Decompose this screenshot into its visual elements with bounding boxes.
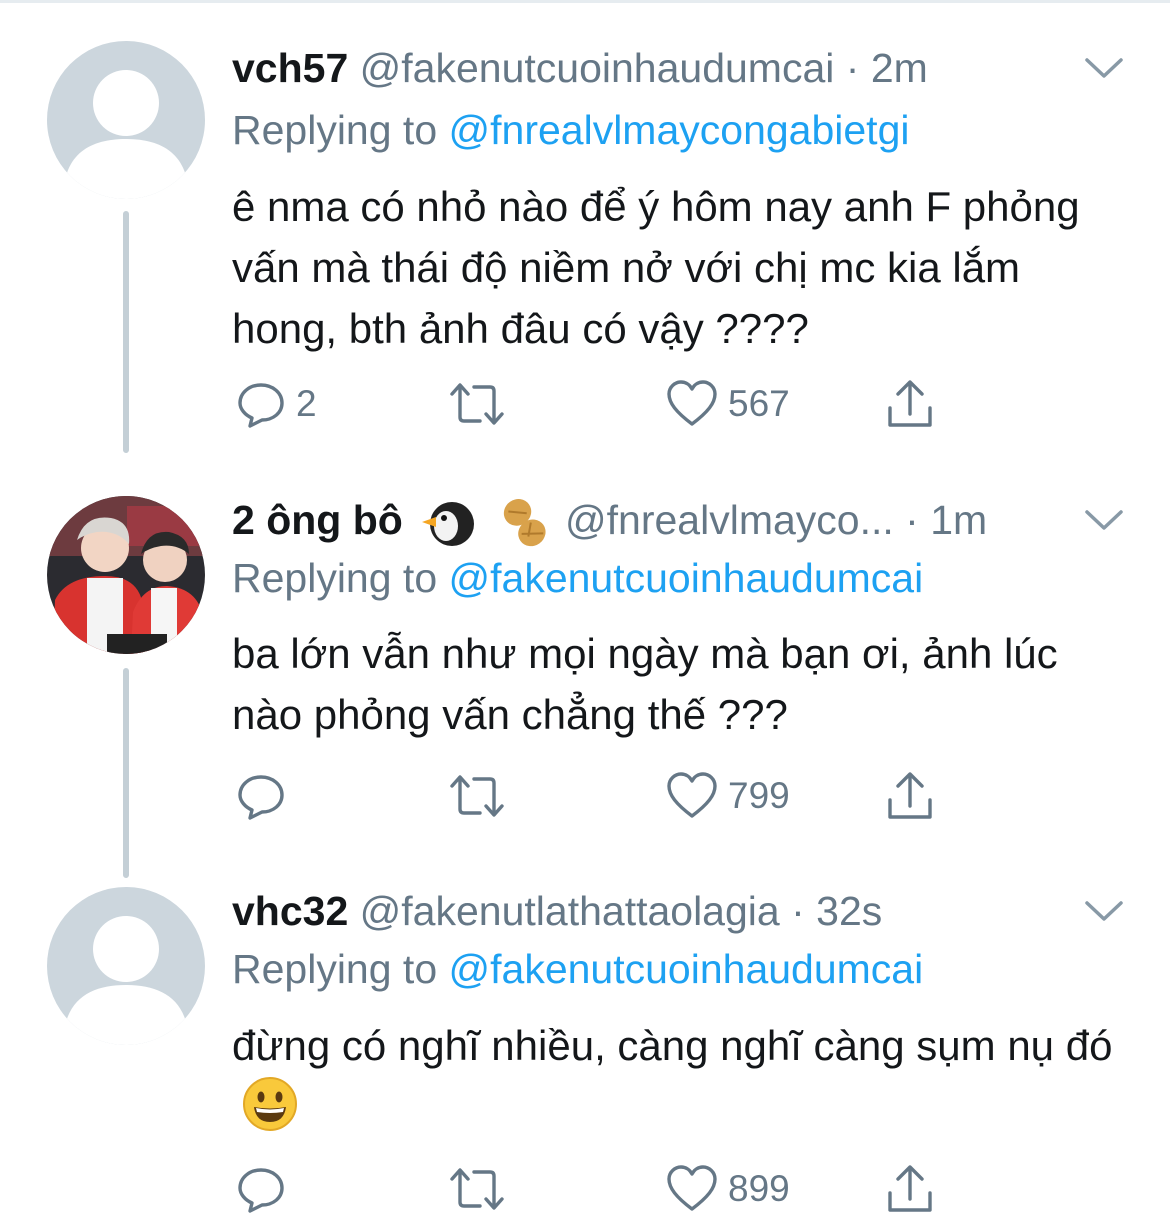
photo-avatar bbox=[47, 496, 205, 654]
timestamp[interactable]: 32s bbox=[816, 888, 882, 934]
chevron-down-icon[interactable] bbox=[1083, 52, 1125, 82]
tweet-header: vhc32 @fakenutlathattaolagia · 32s bbox=[232, 881, 882, 941]
like-button[interactable]: 899 bbox=[666, 1161, 790, 1217]
top-divider bbox=[0, 0, 1170, 3]
thread-line bbox=[123, 668, 129, 878]
tweet-3[interactable]: vhc32 @fakenutlathattaolagia · 32s Reply… bbox=[0, 881, 1170, 1231]
user-handle[interactable]: @fakenutlathattaolagia bbox=[360, 888, 780, 934]
like-button[interactable]: 799 bbox=[666, 768, 790, 824]
share-button[interactable] bbox=[884, 376, 936, 432]
peanut-emoji bbox=[503, 499, 546, 547]
retweet-icon bbox=[450, 1168, 504, 1210]
replying-to: Replying to @fnrealvlmaycongabietgi bbox=[232, 101, 910, 159]
retweet-icon bbox=[450, 775, 504, 817]
tweet-header: vch57 @fakenutcuoinhaudumcai · 2m bbox=[232, 38, 928, 98]
retweet-button[interactable] bbox=[448, 376, 506, 432]
replying-to-mention[interactable]: @fakenutcuoinhaudumcai bbox=[449, 555, 924, 601]
reply-icon bbox=[238, 1168, 284, 1213]
share-icon bbox=[888, 380, 932, 427]
tweet-text: đừng có nghĩ nhiều, càng nghĩ càng sụm n… bbox=[232, 1022, 1113, 1069]
reply-icon bbox=[238, 383, 284, 428]
separator-dot: · bbox=[905, 497, 919, 543]
replying-to-mention[interactable]: @fakenutcuoinhaudumcai bbox=[449, 946, 924, 992]
reply-button[interactable] bbox=[236, 1161, 296, 1217]
retweet-icon bbox=[450, 383, 504, 425]
default-avatar-icon bbox=[47, 887, 205, 1045]
replying-to: Replying to @fakenutcuoinhaudumcai bbox=[232, 549, 923, 607]
tweet-2[interactable]: 2 ông bô @fnrealvlmayco... · 1m Replying… bbox=[0, 490, 1170, 880]
replying-to-mention[interactable]: @fnrealvlmaycongabietgi bbox=[449, 107, 910, 153]
tweet-text-container: đừng có nghĩ nhiều, càng nghĩ càng sụm n… bbox=[232, 1015, 1132, 1138]
like-count: 567 bbox=[728, 383, 790, 424]
tweet-text: ba lớn vẫn như mọi ngày mà bạn ơi, ảnh l… bbox=[232, 630, 1058, 738]
penguin-emoji bbox=[422, 502, 475, 547]
timestamp[interactable]: 2m bbox=[871, 45, 928, 91]
share-icon bbox=[888, 1165, 932, 1212]
replying-to-label: Replying to bbox=[232, 555, 449, 601]
like-button[interactable]: 567 bbox=[666, 376, 790, 432]
chevron-down-icon[interactable] bbox=[1083, 895, 1125, 925]
retweet-button[interactable] bbox=[448, 768, 506, 824]
user-handle[interactable]: @fnrealvlmayco... bbox=[565, 497, 894, 543]
avatar[interactable] bbox=[47, 496, 205, 654]
replying-to: Replying to @fakenutcuoinhaudumcai bbox=[232, 940, 923, 998]
like-count: 799 bbox=[728, 775, 790, 816]
timestamp[interactable]: 1m bbox=[930, 497, 987, 543]
display-name[interactable]: vhc32 bbox=[232, 888, 348, 934]
separator-dot: · bbox=[845, 45, 860, 91]
tweet-actions: 2 567 bbox=[232, 376, 952, 432]
grinning-face-emoji bbox=[243, 1077, 297, 1131]
display-name[interactable]: vch57 bbox=[232, 45, 348, 91]
avatar[interactable] bbox=[47, 41, 205, 199]
replying-to-label: Replying to bbox=[232, 107, 449, 153]
replying-to-label: Replying to bbox=[232, 946, 449, 992]
tweet-header: 2 ông bô @fnrealvlmayco... · 1m bbox=[232, 490, 987, 550]
default-avatar-icon bbox=[47, 41, 205, 199]
like-count: 899 bbox=[728, 1168, 790, 1209]
share-button[interactable] bbox=[884, 1161, 936, 1217]
user-handle[interactable]: @fakenutcuoinhaudumcai bbox=[360, 45, 835, 91]
reply-button[interactable]: 2 bbox=[236, 376, 317, 432]
tweet-actions: 899 bbox=[232, 1161, 952, 1217]
reply-count: 2 bbox=[296, 383, 317, 424]
separator-dot: · bbox=[791, 888, 805, 934]
avatar[interactable] bbox=[47, 887, 205, 1045]
tweet-text: ê nma có nhỏ nào để ý hôm nay anh F phỏn… bbox=[232, 183, 1080, 352]
thread-line bbox=[123, 211, 129, 453]
reply-button[interactable] bbox=[236, 768, 296, 824]
heart-icon bbox=[667, 1165, 717, 1211]
retweet-button[interactable] bbox=[448, 1161, 506, 1217]
tweet-actions: 799 bbox=[232, 768, 952, 824]
reply-icon bbox=[238, 775, 284, 820]
heart-icon bbox=[667, 380, 717, 426]
share-icon bbox=[888, 772, 932, 819]
display-name[interactable]: 2 ông bô bbox=[232, 497, 403, 543]
heart-icon bbox=[667, 772, 717, 818]
tweet-1[interactable]: vch57 @fakenutcuoinhaudumcai · 2m Replyi… bbox=[0, 38, 1170, 458]
share-button[interactable] bbox=[884, 768, 936, 824]
chevron-down-icon[interactable] bbox=[1083, 504, 1125, 534]
